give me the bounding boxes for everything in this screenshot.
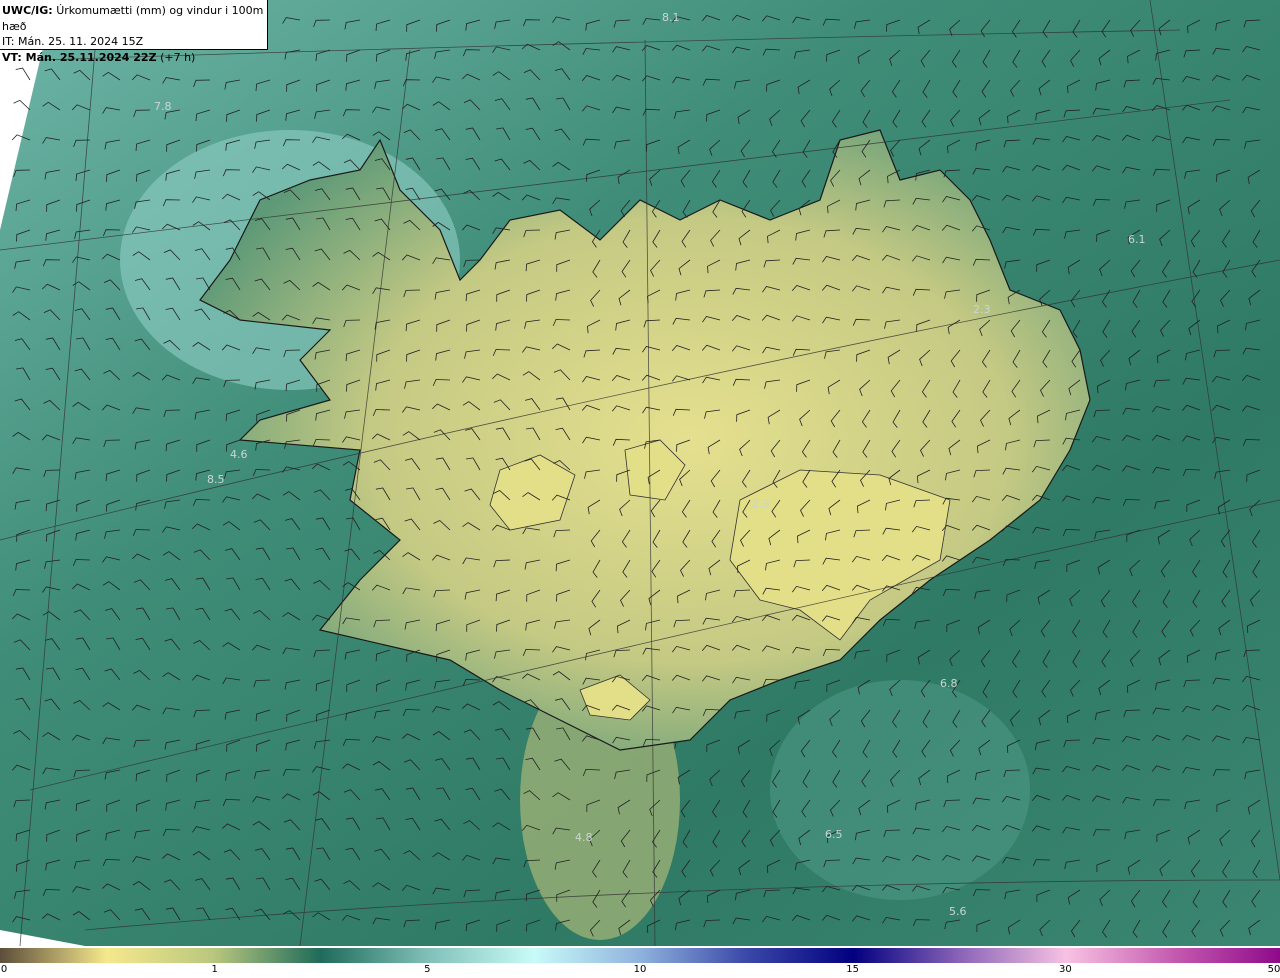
map-value-label: 6.1 bbox=[1128, 233, 1146, 246]
colorbar-tick-label: 30 bbox=[1058, 964, 1072, 975]
map-value-label: 7.8 bbox=[154, 100, 172, 113]
colorbar-ticks: 0 1 5 10 15 30 50 bbox=[0, 963, 1280, 978]
colorbar-tick-label: 10 bbox=[633, 964, 647, 975]
map-value-label: 2.9 bbox=[752, 497, 770, 510]
map-value-label: 5.6 bbox=[949, 905, 967, 918]
map-value-label: 8.1 bbox=[662, 11, 680, 24]
init-time: IT: Mán. 25. 11. 2024 15Z bbox=[2, 35, 144, 48]
colorbar-tick-label: 0 bbox=[0, 964, 8, 975]
map-value-label: 6.5 bbox=[825, 828, 843, 841]
colorbar bbox=[0, 948, 1280, 963]
map-value-label: 4.8 bbox=[575, 831, 593, 844]
map-value-label: 2.3 bbox=[973, 303, 991, 316]
wind-barb bbox=[13, 99, 31, 111]
colorbar-tick-label: 1 bbox=[211, 964, 218, 975]
map-value-label: 4.6 bbox=[230, 448, 248, 461]
colorbar-tick-label: 15 bbox=[846, 964, 860, 975]
map-header: UWC/IG: Úrkomumætti (mm) og vindur i 100… bbox=[0, 0, 268, 64]
model-name: UWC/IG: bbox=[2, 4, 53, 17]
colorbar-tick-label: 50 bbox=[1267, 964, 1280, 975]
map-value-label: 6.8 bbox=[940, 677, 958, 690]
lead-time: (+7 h) bbox=[160, 50, 196, 64]
wind-barb bbox=[15, 67, 31, 81]
precipitation-wind-map: 8.1 7.8 6.1 2.3 4.6 8.5 2.9 6.8 4.8 6.5 … bbox=[0, 0, 1280, 946]
valid-time: VT: Mán. 25.11.2024 22Z bbox=[2, 50, 157, 64]
map-value-label: 8.5 bbox=[207, 473, 225, 486]
colorbar-tick-label: 5 bbox=[424, 964, 431, 975]
